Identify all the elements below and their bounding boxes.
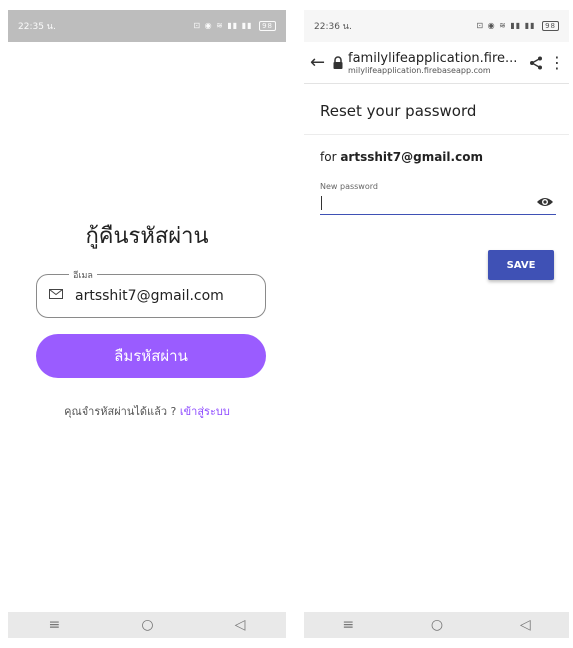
back-icon[interactable]: ◁ bbox=[520, 617, 531, 633]
navigation-bar: ≡ ○ ◁ bbox=[304, 612, 569, 638]
remember-password-line: คุณจำรหัสผ่านได้แล้ว ? เข้าสู่ระบบ bbox=[8, 402, 286, 420]
new-password-input[interactable] bbox=[320, 192, 556, 215]
save-button[interactable]: SAVE bbox=[488, 250, 554, 280]
status-time: 22:36 น. bbox=[314, 22, 352, 32]
status-bar: 22:35 น. ⊡ ◉ ≋ ▮▮ ▮▮ 98 bbox=[8, 10, 286, 42]
mail-icon bbox=[49, 289, 63, 299]
back-arrow-icon[interactable]: ← bbox=[310, 52, 332, 73]
account-email: artsshit7@gmail.com bbox=[340, 150, 483, 164]
status-icons: ⊡ ◉ ≋ ▮▮ ▮▮ 98 bbox=[193, 21, 276, 31]
recover-password-screen: 22:35 น. ⊡ ◉ ≋ ▮▮ ▮▮ 98 กู้คืนรหัสผ่าน อ… bbox=[8, 10, 286, 638]
menu-icon[interactable]: ≡ bbox=[342, 617, 354, 633]
url-main: familylifeapplication.fire... bbox=[348, 50, 518, 66]
login-link[interactable]: เข้าสู่ระบบ bbox=[180, 405, 230, 418]
browser-url-bar: ← familylifeapplication.fire... milylife… bbox=[304, 42, 569, 84]
url-display[interactable]: familylifeapplication.fire... milylifeap… bbox=[348, 51, 523, 75]
battery-icon: 98 bbox=[542, 21, 559, 31]
email-field-label: อีเมล bbox=[69, 268, 97, 282]
text-cursor bbox=[321, 196, 322, 210]
eye-icon[interactable] bbox=[536, 196, 554, 208]
lock-icon bbox=[333, 55, 343, 69]
battery-icon: 98 bbox=[259, 21, 276, 31]
navigation-bar: ≡ ○ ◁ bbox=[8, 612, 286, 638]
divider bbox=[304, 134, 569, 135]
back-icon[interactable]: ◁ bbox=[235, 617, 246, 633]
remember-text: คุณจำรหัสผ่านได้แล้ว ? bbox=[64, 405, 177, 418]
reset-password-browser-screen: 22:36 น. ⊡ ◉ ≋ ▮▮ ▮▮ 98 ← familylifeappl… bbox=[304, 10, 569, 638]
home-icon[interactable]: ○ bbox=[141, 617, 153, 633]
forgot-password-button[interactable]: ลืมรหัสผ่าน bbox=[36, 334, 266, 378]
email-field[interactable]: อีเมล artsshit7@gmail.com bbox=[36, 268, 266, 318]
status-bar: 22:36 น. ⊡ ◉ ≋ ▮▮ ▮▮ 98 bbox=[304, 10, 569, 42]
status-time: 22:35 น. bbox=[18, 22, 56, 32]
home-icon[interactable]: ○ bbox=[431, 617, 443, 633]
email-value: artsshit7@gmail.com bbox=[75, 288, 224, 304]
url-sub: milylifeapplication.firebaseapp.com bbox=[348, 65, 491, 75]
more-options-icon[interactable]: ⋮ bbox=[549, 53, 565, 72]
share-icon[interactable] bbox=[529, 56, 543, 70]
page-title: Reset your password bbox=[320, 102, 477, 120]
for-prefix: for bbox=[320, 150, 337, 164]
account-line: for artsshit7@gmail.com bbox=[320, 150, 483, 164]
page-title: กู้คืนรหัสผ่าน bbox=[85, 224, 209, 249]
status-icons: ⊡ ◉ ≋ ▮▮ ▮▮ 98 bbox=[476, 21, 559, 31]
menu-icon[interactable]: ≡ bbox=[49, 617, 61, 633]
new-password-label: New password bbox=[320, 182, 378, 191]
